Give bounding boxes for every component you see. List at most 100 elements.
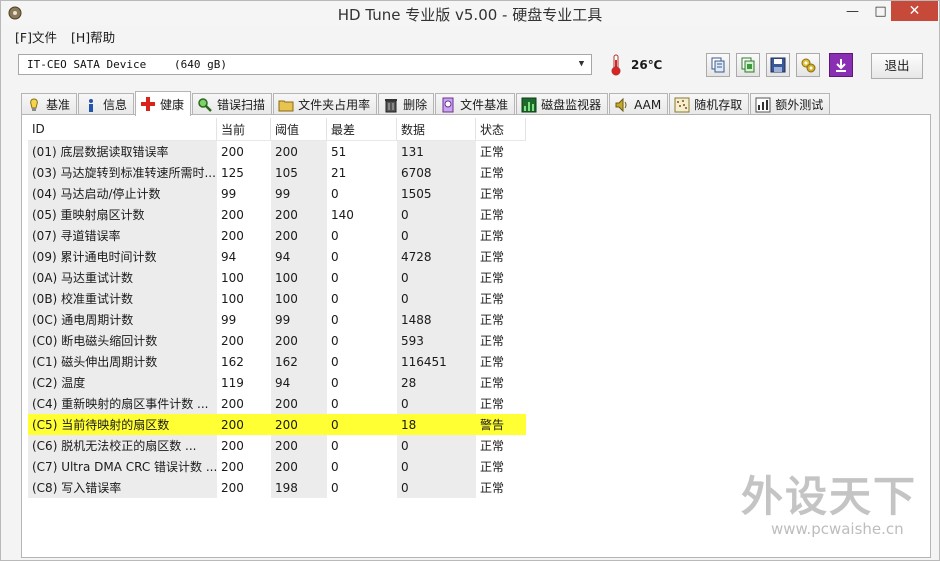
menu-file[interactable]: [F]文件 xyxy=(15,27,57,47)
table-cell: 162 xyxy=(271,351,327,372)
table-cell: 94 xyxy=(271,372,327,393)
table-cell: 162 xyxy=(221,354,244,369)
column-header-worst[interactable]: 最差 xyxy=(327,118,397,141)
table-cell: 正常 xyxy=(480,250,505,264)
tab-health[interactable]: 健康 xyxy=(135,91,192,116)
table-cell: 94 xyxy=(271,246,327,267)
info-icon xyxy=(89,98,94,112)
table-row[interactable]: (04) 马达启动/停止计数 99 99 0 1505 正常 xyxy=(28,183,526,204)
table-row[interactable]: (C2) 温度 119 94 0 28 正常 xyxy=(28,372,526,393)
table-cell: (C2) 温度 xyxy=(28,372,217,393)
maximize-button[interactable]: □ xyxy=(867,1,894,21)
column-header-id[interactable]: ID xyxy=(28,118,217,141)
options-button[interactable] xyxy=(796,53,820,77)
table-cell: 200 xyxy=(221,333,244,348)
table-cell: 200 xyxy=(221,396,244,411)
table-cell: 0 xyxy=(397,204,476,225)
watermark-brand: 外设天下 xyxy=(741,472,918,521)
drive-select[interactable]: IT-CEO SATA Device (640 gB) ▼ xyxy=(18,54,592,75)
exit-button[interactable]: 退出 xyxy=(871,53,923,79)
table-cell: 99 xyxy=(221,312,237,327)
table-cell: 100 xyxy=(271,288,327,309)
table-row[interactable]: (C0) 断电磁头缩回计数 200 200 0 593 正常 xyxy=(28,330,526,351)
tab-benchmark[interactable]: 基准 xyxy=(21,93,78,115)
save-button[interactable] xyxy=(766,53,790,77)
table-cell: 0 xyxy=(327,414,397,435)
tab-aam[interactable]: AAM xyxy=(609,93,669,115)
copy-screen-button[interactable] xyxy=(736,53,760,77)
tab-erase[interactable]: 删除 xyxy=(378,93,435,115)
tab-label: 健康 xyxy=(160,97,185,112)
table-row[interactable]: (C4) 重新映射的扇区事件计数 ... 200 200 0 0 正常 xyxy=(28,393,526,414)
watermark-url: www.pcwaishe.cn xyxy=(771,520,904,538)
column-header-data[interactable]: 数据 xyxy=(397,118,476,141)
tab-disk-monitor[interactable]: 磁盘监视器 xyxy=(516,93,609,115)
table-row[interactable]: (C8) 写入错误率 200 198 0 0 正常 xyxy=(28,477,526,498)
table-row[interactable]: (C1) 磁头伸出周期计数 162 162 0 116451 正常 xyxy=(28,351,526,372)
download-icon xyxy=(836,59,846,72)
tab-info[interactable]: 信息 xyxy=(78,93,135,115)
tab-file-benchmark[interactable]: 文件基准 xyxy=(435,93,516,115)
table-cell: 0 xyxy=(397,267,476,288)
tab-label: 信息 xyxy=(103,98,128,112)
table-cell: 正常 xyxy=(480,355,505,369)
table-cell: 0 xyxy=(331,291,339,306)
table-row[interactable]: (0C) 通电周期计数 99 99 0 1488 正常 xyxy=(28,309,526,330)
table-cell: 正常 xyxy=(480,208,505,222)
table-row[interactable]: (01) 底层数据读取错误率 200 200 51 131 正常 xyxy=(28,141,526,162)
table-cell: 200 xyxy=(271,204,327,225)
column-header-current[interactable]: 当前 xyxy=(217,118,271,141)
table-cell: (0B) 校准重试计数 xyxy=(28,288,217,309)
table-cell: 131 xyxy=(397,141,476,162)
table-cell: 6708 xyxy=(397,162,476,183)
table-cell: (C0) 断电磁头缩回计数 xyxy=(28,330,217,351)
column-header-threshold[interactable]: 阈值 xyxy=(271,118,327,141)
table-cell: 198 xyxy=(271,477,327,498)
tab-folder-usage[interactable]: 文件夹占用率 xyxy=(273,93,378,115)
table-cell: 200 xyxy=(271,225,327,246)
table-cell: 0 xyxy=(397,477,476,498)
table-row[interactable]: (03) 马达旋转到标准转速所需时... 125 105 21 6708 正常 xyxy=(28,162,526,183)
table-cell: 0 xyxy=(331,333,339,348)
menu-help[interactable]: [H]帮助 xyxy=(71,27,115,47)
table-cell: 200 xyxy=(221,438,244,453)
copy-info-icon xyxy=(711,57,725,73)
title-bar[interactable]: HD Tune 专业版 v5.00 - 硬盘专业工具 — □ ✕ xyxy=(1,1,939,25)
chevron-down-icon[interactable]: ▼ xyxy=(574,57,589,72)
table-header-row: ID 当前 阈值 最差 数据 状态 xyxy=(28,118,526,141)
table-cell: 警告 xyxy=(476,414,526,435)
table-cell: 100 xyxy=(221,291,244,306)
table-cell: 0 xyxy=(331,312,339,327)
temperature-readout: 26℃ xyxy=(631,58,663,72)
table-cell: 4728 xyxy=(397,246,476,267)
close-button[interactable]: ✕ xyxy=(891,1,938,21)
table-row[interactable]: (09) 累计通电时间计数 94 94 0 4728 正常 xyxy=(28,246,526,267)
table-cell: 0 xyxy=(397,393,476,414)
table-row[interactable]: (C5) 当前待映射的扇区数 200 200 0 18 警告 xyxy=(28,414,526,435)
copy-info-button[interactable] xyxy=(706,53,730,77)
table-row[interactable]: (05) 重映射扇区计数 200 200 140 0 正常 xyxy=(28,204,526,225)
minimize-button[interactable]: — xyxy=(839,1,866,21)
tab-label: 文件基准 xyxy=(460,98,509,112)
table-cell: 200 xyxy=(271,435,327,456)
download-button[interactable] xyxy=(829,53,853,77)
tab-strip: 基准 信息 健康 错误扫描 文件夹占用率 删除 文件基准 磁盘监视器 AAM 随… xyxy=(21,91,939,116)
table-cell: 100 xyxy=(221,270,244,285)
table-row[interactable]: (0A) 马达重试计数 100 100 0 0 正常 xyxy=(28,267,526,288)
table-row[interactable]: (0B) 校准重试计数 100 100 0 0 正常 xyxy=(28,288,526,309)
table-row[interactable]: (07) 寻道错误率 200 200 0 0 正常 xyxy=(28,225,526,246)
tab-random-access[interactable]: 随机存取 xyxy=(669,93,750,115)
table-row[interactable]: (C7) Ultra DMA CRC 错误计数 ... 200 200 0 0 正常 xyxy=(28,456,526,477)
thermometer-icon xyxy=(611,54,621,76)
tab-extra-tests[interactable]: 额外测试 xyxy=(750,93,831,115)
disk-monitor-icon xyxy=(521,97,537,112)
window-title: HD Tune 专业版 v5.00 - 硬盘专业工具 xyxy=(337,6,603,24)
table-cell: 0 xyxy=(331,354,339,369)
table-cell: 0 xyxy=(331,270,339,285)
table-cell: 28 xyxy=(397,372,476,393)
column-header-status[interactable]: 状态 xyxy=(476,118,526,141)
tab-error-scan[interactable]: 错误扫描 xyxy=(192,93,273,115)
drive-capacity: (640 gB) xyxy=(174,58,227,71)
table-cell: 正常 xyxy=(480,166,505,180)
table-row[interactable]: (C6) 脱机无法校正的扇区数 ... 200 200 0 0 正常 xyxy=(28,435,526,456)
